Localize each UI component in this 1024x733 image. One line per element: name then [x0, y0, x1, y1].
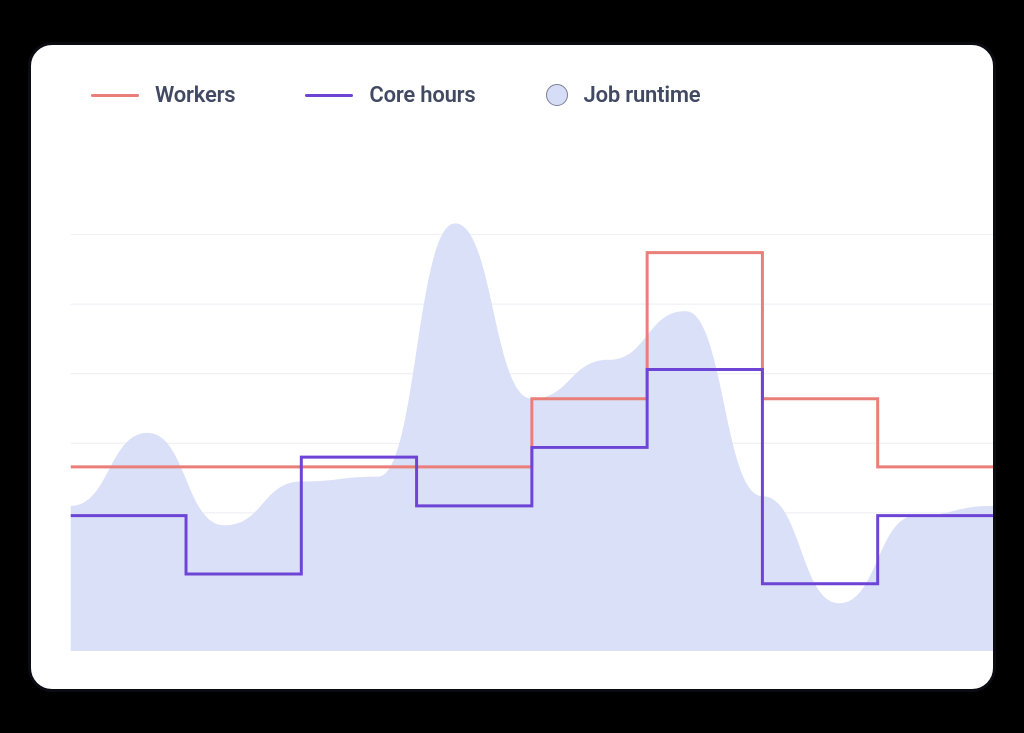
legend-item-workers: Workers — [91, 83, 235, 108]
legend-swatch-runtime — [546, 84, 568, 106]
legend: Workers Core hours Job runtime — [31, 45, 993, 108]
legend-label-runtime: Job runtime — [584, 83, 701, 108]
legend-swatch-core-hours — [305, 94, 353, 97]
legend-label-core-hours: Core hours — [369, 83, 475, 108]
legend-item-core-hours: Core hours — [305, 83, 475, 108]
legend-swatch-workers — [91, 94, 139, 97]
legend-label-workers: Workers — [155, 83, 235, 108]
chart-panel: Workers Core hours Job runtime — [28, 42, 996, 692]
chart-svg — [31, 165, 993, 652]
legend-item-runtime: Job runtime — [546, 83, 701, 108]
